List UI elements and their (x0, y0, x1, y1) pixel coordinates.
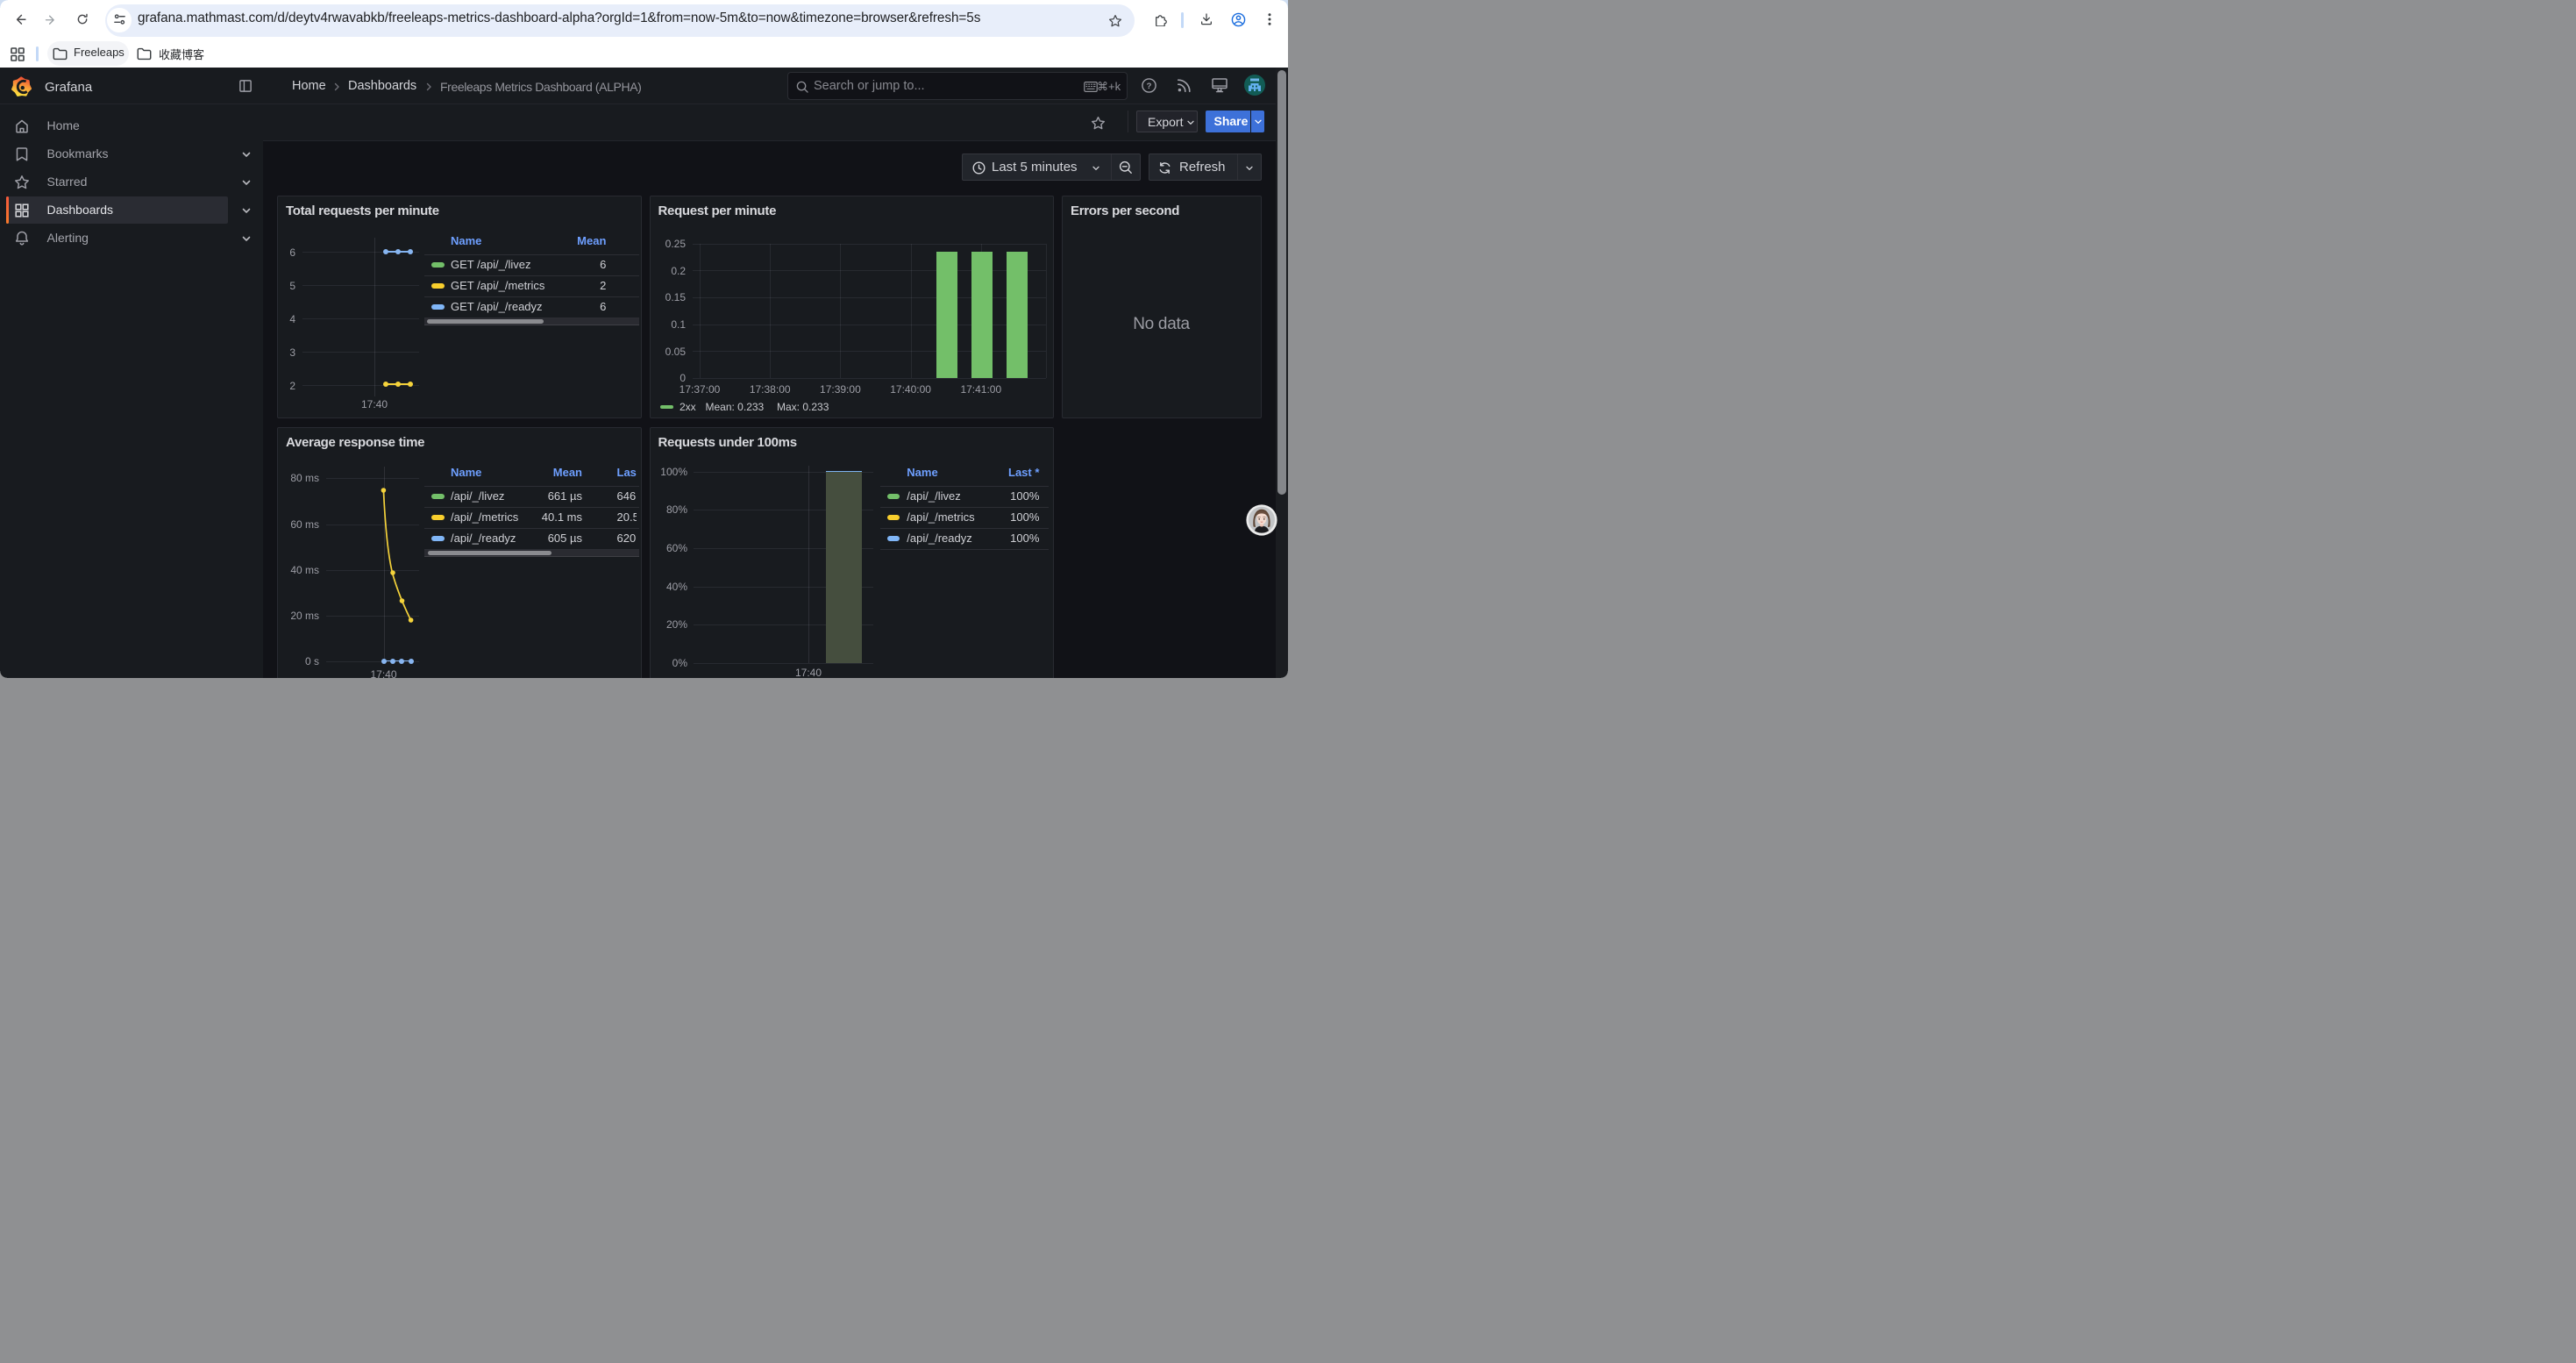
svg-text:?: ? (1147, 82, 1152, 91)
